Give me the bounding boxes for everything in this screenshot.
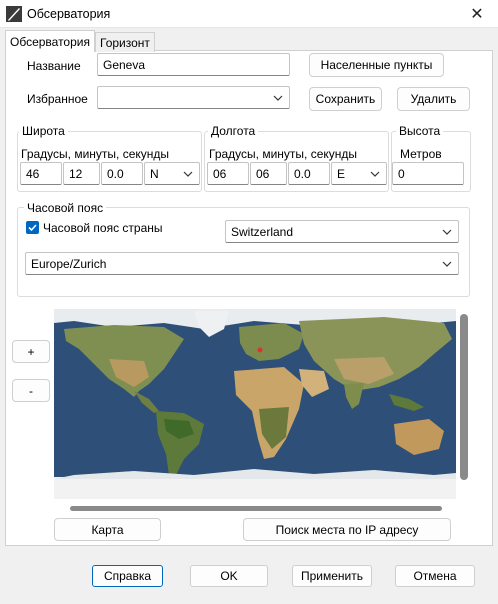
settlements-button[interactable]: Населенные пункты xyxy=(309,53,444,77)
altitude-title: Высота xyxy=(396,124,444,138)
delete-button[interactable]: Удалить xyxy=(397,87,470,111)
help-button[interactable]: Справка xyxy=(92,565,163,587)
longitude-hemisphere-value: E xyxy=(337,166,346,181)
tab-horizon[interactable]: Горизонт xyxy=(95,32,155,52)
apply-button[interactable]: Применить xyxy=(292,565,372,587)
tab-label: Обсерватория xyxy=(10,34,90,49)
longitude-sublabel: Градусы, минуты, секунды xyxy=(209,147,358,161)
latitude-title: Широта xyxy=(19,124,68,138)
ip-search-button[interactable]: Поиск места по IP адресу xyxy=(243,518,451,541)
country-timezone-checkbox[interactable] xyxy=(26,221,39,234)
telescope-icon xyxy=(6,6,22,22)
zoom-in-button[interactable]: + xyxy=(12,340,50,363)
country-value: Switzerland xyxy=(231,224,294,239)
favorites-label: Избранное xyxy=(27,92,88,106)
altitude-sublabel: Метров xyxy=(400,147,442,161)
longitude-title: Долгота xyxy=(208,124,259,138)
favorites-combo[interactable] xyxy=(97,86,290,109)
timezone-combo[interactable]: Europe/Zurich xyxy=(25,252,459,275)
location-marker-icon xyxy=(257,347,263,353)
world-map-image xyxy=(54,309,456,499)
map-button[interactable]: Карта xyxy=(54,518,161,541)
save-button[interactable]: Сохранить xyxy=(309,87,382,111)
tab-label: Горизонт xyxy=(100,35,150,50)
map-horizontal-scrollbar[interactable] xyxy=(70,506,442,511)
world-map[interactable] xyxy=(54,299,456,499)
latitude-degrees-field[interactable]: 46 xyxy=(20,162,62,185)
timezone-value: Europe/Zurich xyxy=(31,256,107,271)
ok-button[interactable]: OK xyxy=(190,565,268,587)
longitude-hemisphere-combo[interactable]: E xyxy=(331,162,387,185)
longitude-degrees-field[interactable]: 06 xyxy=(207,162,249,185)
country-combo[interactable]: Switzerland xyxy=(225,220,459,243)
chevron-down-icon xyxy=(370,171,380,177)
timezone-title: Часовой пояс xyxy=(24,201,107,215)
latitude-hemisphere-value: N xyxy=(150,166,159,181)
longitude-minutes-field[interactable]: 06 xyxy=(250,162,287,185)
longitude-seconds-field[interactable]: 0.0 xyxy=(288,162,330,185)
chevron-down-icon xyxy=(442,261,452,267)
close-button[interactable]: ✕ xyxy=(456,0,498,28)
checkmark-icon xyxy=(28,224,37,232)
tab-observatory[interactable]: Обсерватория xyxy=(5,30,95,52)
latitude-hemisphere-combo[interactable]: N xyxy=(144,162,200,185)
cancel-button[interactable]: Отмена xyxy=(395,565,475,587)
name-field[interactable]: Geneva xyxy=(97,53,290,76)
map-vertical-scrollbar[interactable] xyxy=(460,314,468,480)
latitude-minutes-field[interactable]: 12 xyxy=(63,162,100,185)
latitude-sublabel: Градусы, минуты, секунды xyxy=(21,147,170,161)
zoom-out-button[interactable]: - xyxy=(12,379,50,402)
name-label: Название xyxy=(27,59,81,73)
country-timezone-label: Часовой пояс страны xyxy=(43,221,163,235)
chevron-down-icon xyxy=(442,229,452,235)
chevron-down-icon xyxy=(183,171,193,177)
latitude-seconds-field[interactable]: 0.0 xyxy=(101,162,143,185)
chevron-down-icon xyxy=(273,95,283,101)
altitude-field[interactable]: 0 xyxy=(392,162,464,185)
close-icon: ✕ xyxy=(470,6,484,23)
window-title: Обсерватория xyxy=(27,7,111,21)
